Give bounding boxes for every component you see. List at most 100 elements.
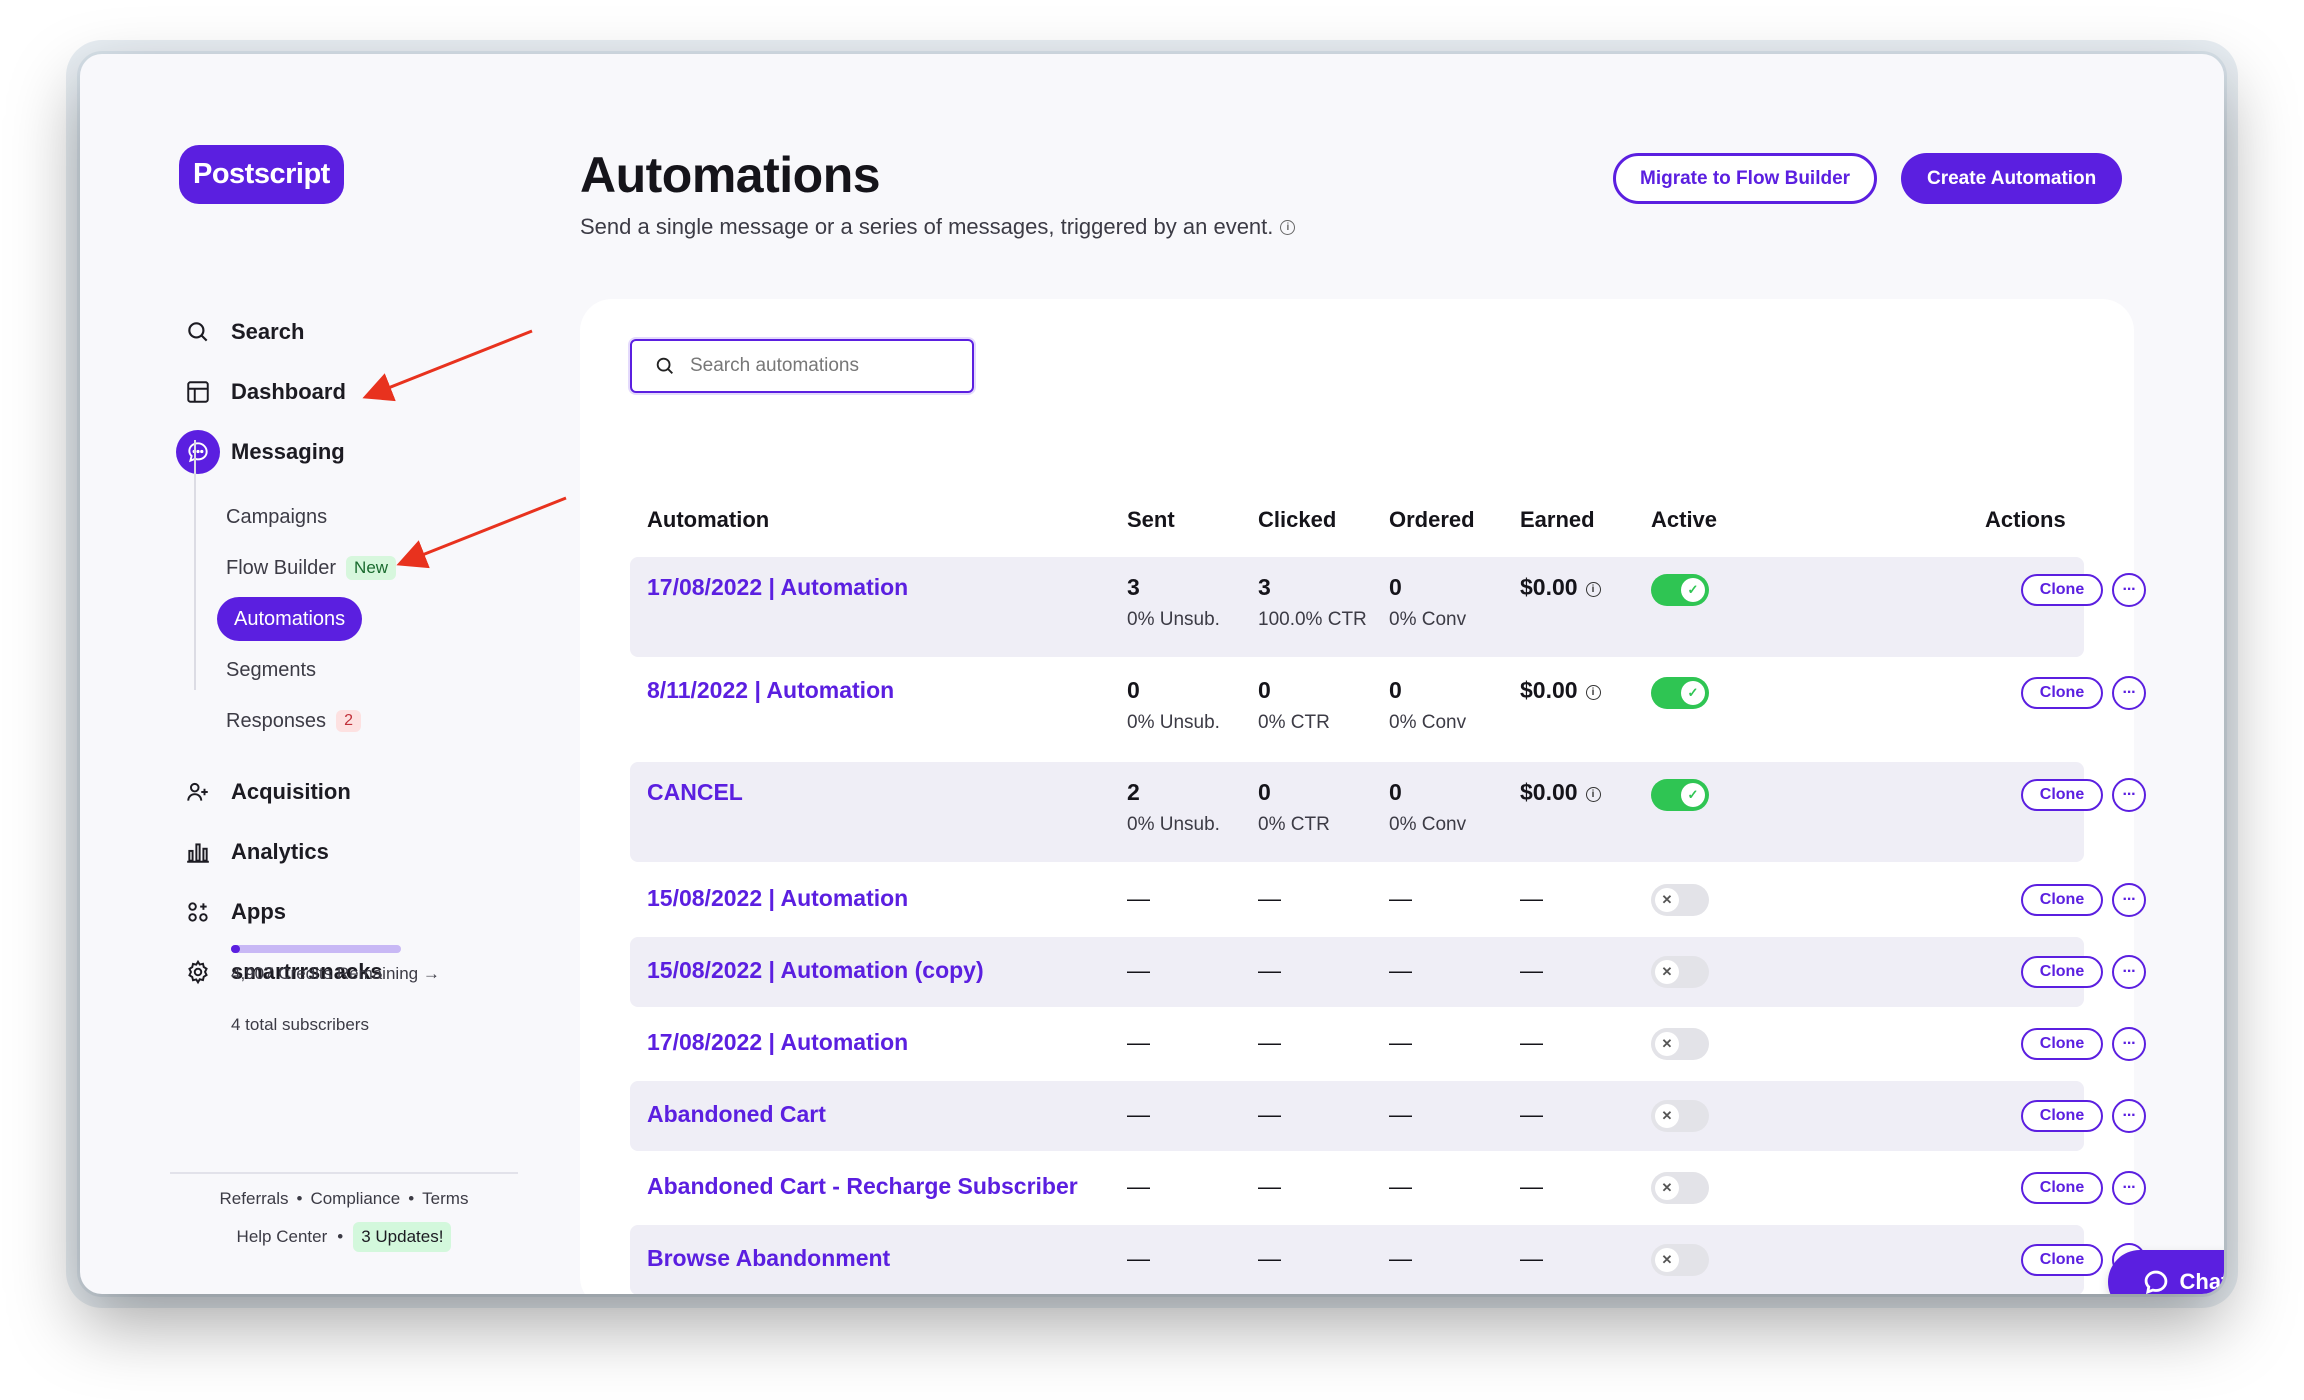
create-automation-button[interactable]: Create Automation — [1901, 153, 2123, 204]
automation-name-link[interactable]: 17/08/2022 | Automation — [647, 1029, 908, 1056]
subnav-campaigns[interactable]: Campaigns — [226, 495, 327, 539]
postscript-logo[interactable]: Postscript — [179, 145, 344, 204]
clicked-value: — — [1258, 1173, 1281, 1199]
sent-value: 3 — [1127, 574, 1140, 600]
nav-acquisition[interactable]: Acquisition — [176, 769, 351, 815]
automation-name-link[interactable]: 8/11/2022 | Automation — [647, 677, 894, 704]
info-icon[interactable]: i — [1585, 787, 1601, 802]
active-toggle[interactable]: ✕ — [1651, 1100, 1709, 1132]
nav-analytics[interactable]: Analytics — [176, 829, 329, 875]
more-actions-icon[interactable]: ··· — [2112, 955, 2146, 989]
active-toggle[interactable]: ✕ — [1651, 884, 1709, 916]
table-row[interactable]: Abandoned Cart — — — — ✕ Clone ··· — [630, 1081, 2146, 1151]
clicked-value: — — [1258, 957, 1281, 983]
help-center-link[interactable]: Help Center — [237, 1227, 328, 1247]
clicked-value: — — [1258, 1245, 1281, 1271]
automation-name-link[interactable]: 15/08/2022 | Automation — [647, 885, 908, 912]
info-icon[interactable]: i — [1585, 685, 1601, 700]
info-icon[interactable]: i — [1280, 219, 1296, 235]
ordered-value: — — [1389, 957, 1412, 983]
migrate-to-flow-builder-button[interactable]: Migrate to Flow Builder — [1613, 153, 1878, 204]
subnav-label: Flow Builder — [226, 556, 337, 579]
add-user-icon — [176, 770, 220, 814]
automation-name-link[interactable]: Abandoned Cart - Recharge Subscriber — [647, 1173, 1078, 1200]
clone-button[interactable]: Clone — [2021, 779, 2103, 811]
more-actions-icon[interactable]: ··· — [2112, 1171, 2146, 1205]
app-window: Postscript Search Dashboard Messaging Ca… — [80, 54, 2224, 1294]
more-actions-icon[interactable]: ··· — [2112, 1027, 2146, 1061]
clicked-subvalue: 0% CTR — [1258, 712, 1330, 733]
more-actions-icon[interactable]: ··· — [2112, 883, 2146, 917]
updates-badge[interactable]: 3 Updates! — [353, 1222, 452, 1252]
ordered-value: — — [1389, 885, 1412, 911]
table-row[interactable]: 17/08/2022 | Automation 3 0% Unsub. 3 100.0%… — [630, 557, 2146, 657]
apps-grid-icon — [176, 890, 220, 934]
subnav-segments[interactable]: Segments — [226, 648, 316, 692]
automation-name-link[interactable]: 15/08/2022 | Automation (copy) — [647, 957, 984, 984]
automation-name-link[interactable]: 17/08/2022 | Automation — [647, 574, 908, 601]
nav-label: Analytics — [231, 839, 329, 864]
clone-button[interactable]: Clone — [2021, 1244, 2103, 1276]
subnav-flow-builder[interactable]: Flow Builder New — [226, 546, 397, 590]
check-icon: ✓ — [1681, 578, 1705, 602]
active-toggle[interactable]: ✕ — [1651, 1172, 1709, 1204]
footer-links: Referrals • Compliance • Terms — [170, 1189, 518, 1209]
clone-button[interactable]: Clone — [2021, 956, 2103, 988]
automation-name-link[interactable]: CANCEL — [647, 779, 743, 806]
automation-name-link[interactable]: Browse Abandonment — [647, 1245, 890, 1272]
table-row[interactable]: Browse Abandonment————✕Clone··· — [630, 1225, 2146, 1294]
more-actions-icon[interactable]: ··· — [2112, 778, 2146, 812]
active-toggle[interactable]: ✕ — [1651, 1244, 1709, 1276]
bar-chart-icon — [176, 830, 220, 874]
active-toggle[interactable]: ✕ — [1651, 956, 1709, 988]
subnav-automations[interactable]: Automations — [217, 597, 363, 641]
nav-apps[interactable]: Apps — [176, 889, 286, 935]
table-row[interactable]: Abandoned Cart - Recharge Subscriber — — — —… — [630, 1153, 2146, 1223]
subnav-responses[interactable]: Responses 2 — [226, 699, 361, 743]
compliance-link[interactable]: Compliance — [310, 1189, 400, 1208]
chat-button[interactable]: Chat — [2108, 1250, 2224, 1294]
terms-link[interactable]: Terms — [422, 1189, 468, 1208]
table-row[interactable]: CANCEL 2 0% Unsub. 0 0% CTR 0 0% Conv $0.00 i ✓ Cl… — [630, 762, 2146, 862]
info-icon[interactable]: i — [1585, 582, 1601, 597]
search-input[interactable] — [690, 355, 950, 377]
table-row[interactable]: 17/08/2022 | Automation — — — — ✕ Clone ··· — [630, 1009, 2146, 1079]
more-actions-icon[interactable]: ··· — [2112, 676, 2146, 710]
search-icon — [656, 357, 673, 374]
clone-button[interactable]: Clone — [2021, 884, 2103, 916]
x-icon: ✕ — [1655, 1176, 1679, 1200]
more-actions-icon[interactable]: ··· — [2112, 1099, 2146, 1133]
nav-dashboard[interactable]: Dashboard — [176, 369, 346, 415]
x-icon: ✕ — [1655, 1248, 1679, 1272]
automations-card: Automation Sent Clicked Ordered Earned A… — [580, 299, 2146, 1294]
clone-button[interactable]: Clone — [2021, 1100, 2103, 1132]
nav-messaging[interactable]: Messaging — [176, 429, 345, 475]
check-icon: ✓ — [1681, 783, 1705, 807]
sent-subvalue: 0% Unsub. — [1127, 609, 1220, 630]
clone-button[interactable]: Clone — [2021, 574, 2103, 606]
automation-name-link[interactable]: Abandoned Cart — [647, 1101, 826, 1128]
active-toggle[interactable]: ✓ — [1651, 779, 1709, 811]
active-toggle[interactable]: ✓ — [1651, 677, 1709, 709]
table-row[interactable]: 15/08/2022 | Automation (copy) — — — — ✕ Clone… — [630, 937, 2146, 1007]
earned-cell: $0.00 i — [1520, 779, 1601, 806]
clone-button[interactable]: Clone — [2021, 1028, 2103, 1060]
clone-button[interactable]: Clone — [2021, 1172, 2103, 1204]
earned-value: — — [1520, 1101, 1543, 1127]
chat-bubble-icon — [2144, 1270, 2167, 1294]
more-actions-icon[interactable]: ··· — [2112, 573, 2146, 607]
clicked-value: 0 — [1258, 677, 1271, 703]
credits-remaining-link[interactable]: 4,907 Credits Remaining → — [231, 964, 440, 984]
active-toggle[interactable]: ✓ — [1651, 574, 1709, 606]
table-row[interactable]: 15/08/2022 | Automation — — — — ✕ Clone ··· — [630, 865, 2146, 935]
referrals-link[interactable]: Referrals — [220, 1189, 289, 1208]
sent-value: — — [1127, 1029, 1150, 1055]
subnav-divider — [194, 440, 196, 690]
table-row[interactable]: 8/11/2022 | Automation 0 0% Unsub. 0 0% CTR 0… — [630, 660, 2146, 760]
search-field[interactable] — [630, 339, 974, 393]
clone-button[interactable]: Clone — [2021, 677, 2103, 709]
active-toggle[interactable]: ✕ — [1651, 1028, 1709, 1060]
nav-search[interactable]: Search — [176, 309, 304, 355]
earned-value: — — [1520, 1029, 1543, 1055]
clicked-value: — — [1258, 1029, 1281, 1055]
